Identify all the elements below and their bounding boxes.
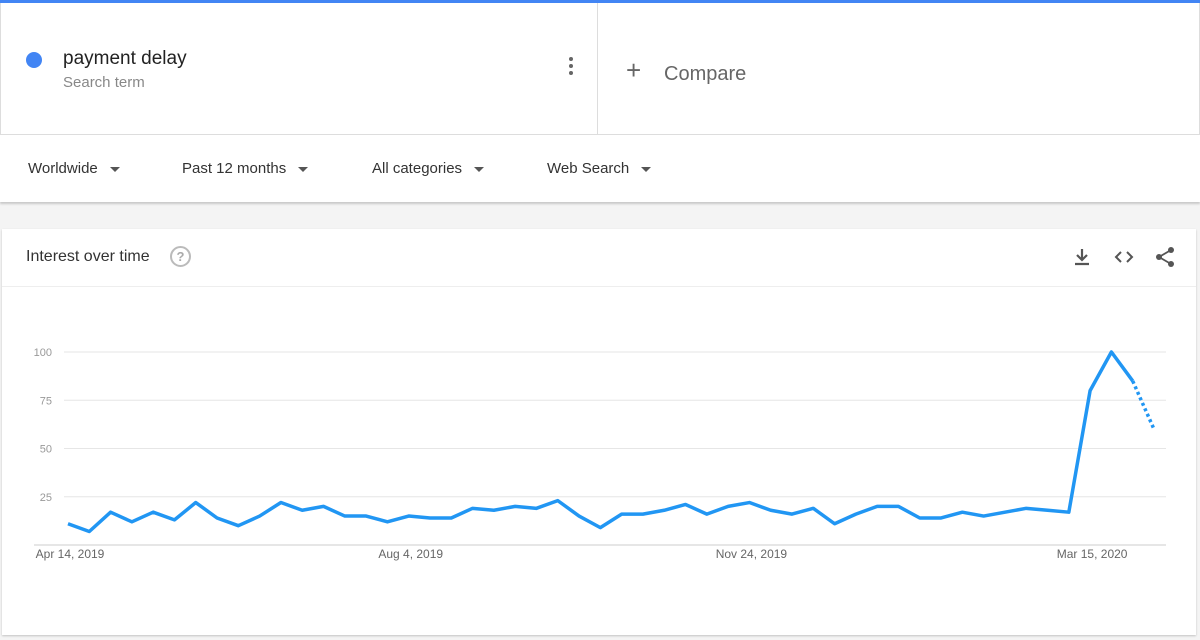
region-dropdown[interactable]: Worldwide bbox=[28, 160, 120, 177]
interest-over-time-card: Interest over time ? 25 50 75 100 Apr 14, 20… bbox=[2, 229, 1196, 635]
x-tick-label: Mar 15, 2020 bbox=[1057, 547, 1128, 561]
caret-down-icon bbox=[474, 166, 485, 172]
term-subtitle: Search term bbox=[63, 74, 145, 91]
x-tick-label: Nov 24, 2019 bbox=[716, 547, 788, 561]
time-range-dropdown[interactable]: Past 12 months bbox=[182, 160, 309, 177]
x-tick-label: Apr 14, 2019 bbox=[36, 547, 105, 561]
caret-down-icon bbox=[298, 166, 309, 172]
interest-line-chart: 25 50 75 100 Apr 14, 2019 Aug 4, 2019 Nov 24, … bbox=[34, 347, 1166, 561]
compare-label: Compare bbox=[664, 63, 747, 85]
category-label: All categories bbox=[372, 160, 463, 177]
y-tick-label: 100 bbox=[34, 347, 52, 359]
compare-button[interactable]: + Compare bbox=[598, 3, 1200, 134]
x-tick-label: Aug 4, 2019 bbox=[378, 547, 443, 561]
y-tick-label: 75 bbox=[40, 395, 52, 407]
y-tick-label: 25 bbox=[40, 492, 52, 504]
search-type-dropdown[interactable]: Web Search bbox=[547, 160, 652, 177]
series-line bbox=[67, 350, 1135, 534]
search-term-card[interactable]: payment delay Search term bbox=[0, 3, 598, 134]
time-range-label: Past 12 months bbox=[182, 160, 287, 177]
search-terms-bar: payment delay Search term + Compare bbox=[0, 3, 1200, 135]
partial-data-line bbox=[1131, 380, 1156, 430]
caret-down-icon bbox=[641, 166, 652, 172]
filter-bar: Worldwide Past 12 months All categories … bbox=[0, 135, 1200, 202]
term-name[interactable]: payment delay bbox=[63, 48, 187, 70]
category-dropdown[interactable]: All categories bbox=[372, 160, 485, 177]
plus-icon: + bbox=[626, 55, 642, 85]
more-options-icon[interactable] bbox=[561, 55, 581, 79]
region-label: Worldwide bbox=[28, 160, 98, 177]
y-tick-label: 50 bbox=[40, 444, 52, 456]
term-color-dot bbox=[26, 52, 42, 68]
caret-down-icon bbox=[109, 166, 120, 172]
search-type-label: Web Search bbox=[547, 160, 630, 177]
